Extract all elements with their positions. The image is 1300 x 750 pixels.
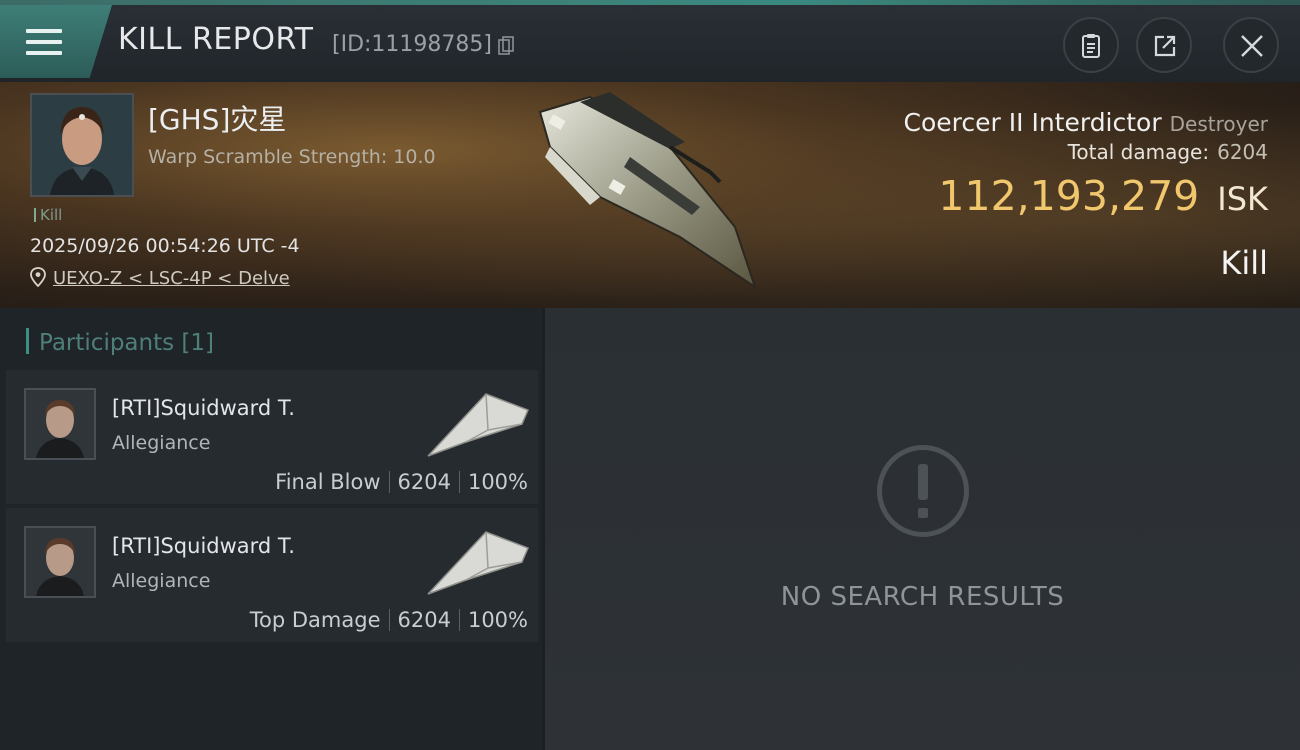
- no-results-text: NO SEARCH RESULTS: [780, 582, 1065, 612]
- participant-alliance: Allegiance: [112, 570, 211, 592]
- clipboard-button[interactable]: [1063, 17, 1119, 73]
- total-damage-label: Total damage:: [1067, 140, 1210, 164]
- page-title: KILL REPORT: [118, 22, 314, 57]
- participants-header[interactable]: Participants [1]: [26, 328, 214, 356]
- participant-damage: 6204: [397, 608, 451, 632]
- participant-name[interactable]: [RTI]Squidward T.: [112, 396, 295, 420]
- ship-class: Destroyer: [1169, 112, 1268, 136]
- top-bar: KILL REPORT [ID:11198785]: [0, 0, 1300, 82]
- participant-percent: 100%: [467, 608, 528, 632]
- kill-tag: Kill: [34, 206, 62, 224]
- participant-row[interactable]: [RTI]Squidward T. Allegiance Final Blow 6…: [6, 370, 538, 504]
- participant-ship-icon[interactable]: [426, 390, 530, 460]
- share-button[interactable]: [1136, 17, 1192, 73]
- isk-value: 112,193,279 ISK: [938, 172, 1268, 220]
- close-button[interactable]: [1223, 17, 1279, 73]
- exclamation-icon: [877, 445, 969, 537]
- result-label: Kill: [1220, 244, 1268, 282]
- total-damage-value: 6204: [1217, 140, 1268, 164]
- participant-avatar-image: [26, 528, 94, 596]
- isk-unit: ISK: [1217, 180, 1268, 218]
- ship-name[interactable]: Coercer II Interdictor Destroyer: [904, 108, 1268, 137]
- victim-avatar-image: [32, 95, 132, 195]
- isk-amount: 112,193,279: [938, 172, 1200, 220]
- participant-stats: Final Blow 6204 100%: [275, 470, 528, 494]
- participant-alliance: Allegiance: [112, 432, 211, 454]
- participants-panel: Participants [1] [RTI]Squidward T. Alleg…: [0, 308, 542, 750]
- victim-name[interactable]: [GHS]灾星: [148, 98, 286, 138]
- kill-timestamp: 2025/09/26 00:54:26 UTC -4: [30, 235, 300, 257]
- participant-role: Top Damage: [249, 608, 381, 632]
- total-damage: Total damage: 6204: [1068, 140, 1268, 164]
- report-id: [ID:11198785]: [332, 32, 492, 57]
- menu-button[interactable]: [0, 5, 112, 78]
- copy-icon[interactable]: [498, 36, 514, 56]
- location-pin-icon: [30, 267, 46, 287]
- participant-avatar-image: [26, 390, 94, 458]
- close-icon: [1241, 35, 1263, 57]
- ship-image: [538, 92, 757, 290]
- warp-scramble-strength: Warp Scramble Strength: 10.0: [148, 146, 436, 168]
- participant-avatar[interactable]: [24, 388, 96, 460]
- results-panel: NO SEARCH RESULTS: [545, 308, 1300, 750]
- share-icon: [1154, 35, 1176, 57]
- clipboard-icon: [1082, 34, 1100, 58]
- participant-damage: 6204: [397, 470, 451, 494]
- menu-icon: [26, 29, 62, 57]
- victim-portrait[interactable]: [30, 93, 134, 197]
- participant-row[interactable]: [RTI]Squidward T. Allegiance Top Damage 6…: [6, 508, 538, 642]
- participant-avatar[interactable]: [24, 526, 96, 598]
- participant-role: Final Blow: [275, 470, 381, 494]
- victim-banner: [GHS]灾星 Warp Scramble Strength: 10.0 Kil…: [0, 82, 1300, 308]
- ship-type: Coercer II Interdictor: [903, 108, 1162, 137]
- participant-ship-icon[interactable]: [426, 528, 530, 598]
- participant-stats: Top Damage 6204 100%: [250, 608, 528, 632]
- location-link[interactable]: UEXO-Z < LSC-4P < Delve: [53, 268, 290, 289]
- participant-name[interactable]: [RTI]Squidward T.: [112, 534, 295, 558]
- participant-percent: 100%: [467, 470, 528, 494]
